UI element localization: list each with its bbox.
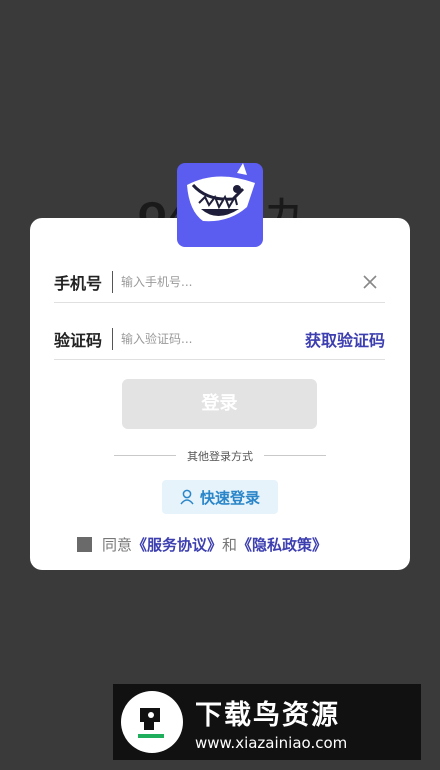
login-button[interactable]: 登录	[122, 379, 317, 429]
quick-login-label: 快速登录	[199, 488, 260, 507]
shark-icon	[187, 163, 255, 222]
separator	[112, 328, 113, 350]
watermark-url: www.xiazainiao.com	[195, 733, 348, 752]
agree-checkbox[interactable]	[77, 536, 92, 552]
agree-prefix: 同意	[102, 535, 133, 554]
login-card: 手机号 验证码 获取验证码 登录 其他登录方式 快速登录 同意 《服务协议》 和…	[30, 218, 410, 570]
app-logo	[177, 163, 263, 247]
code-label: 验证码	[54, 331, 103, 350]
code-row: 验证码 获取验证码	[54, 319, 385, 360]
service-agreement-link[interactable]: 《服务协议》	[132, 534, 222, 555]
phone-row: 手机号	[54, 262, 385, 303]
bird-icon	[121, 691, 183, 753]
phone-label: 手机号	[54, 274, 103, 293]
privacy-policy-link[interactable]: 《隐私政策》	[237, 534, 327, 555]
separator	[112, 271, 113, 293]
agreement: 同意 《服务协议》 和 《隐私政策》	[77, 534, 327, 554]
get-code-button[interactable]: 获取验证码	[305, 327, 385, 351]
other-login-text: 其他登录方式	[30, 448, 410, 464]
phone-input[interactable]	[121, 275, 355, 289]
code-input[interactable]	[121, 332, 305, 346]
clear-icon[interactable]	[355, 267, 385, 297]
agree-and: 和	[222, 535, 238, 554]
watermark: 下载鸟资源 www.xiazainiao.com	[113, 684, 421, 760]
quick-login-button[interactable]: 快速登录	[162, 480, 278, 514]
watermark-name: 下载鸟资源	[195, 699, 340, 731]
user-icon	[180, 489, 194, 505]
